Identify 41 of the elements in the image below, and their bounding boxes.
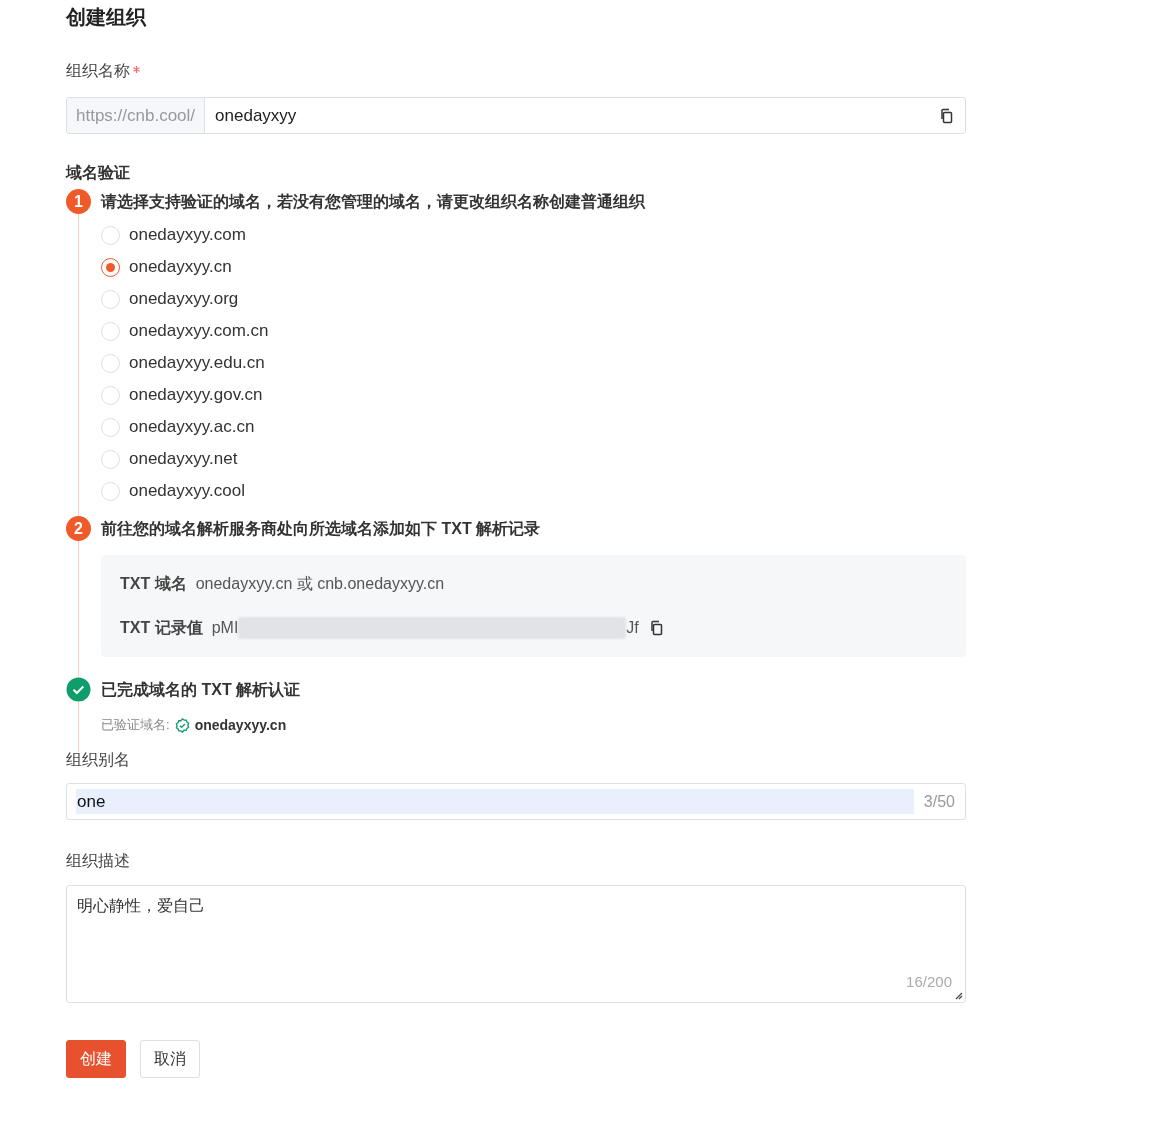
record-value: pMI — [211, 618, 239, 638]
page-title: 创建组织 — [66, 5, 146, 30]
radio-label[interactable]: onedayxyy.gov.cn — [129, 382, 263, 408]
copy-icon[interactable] — [939, 107, 955, 124]
section-label: 域名验证 — [66, 163, 130, 183]
radio-label[interactable]: onedayxyy.cool — [129, 478, 245, 504]
radio-label[interactable]: onedayxyy.cn — [129, 254, 232, 280]
radio-label[interactable]: onedayxyy.com — [129, 222, 246, 248]
field-label: 组织描述 — [66, 851, 130, 871]
radio-label[interactable]: onedayxyy.com.cn — [129, 318, 269, 344]
record-label: TXT 域名 — [120, 574, 187, 594]
url-prefix: https://cnb.cool/ — [67, 98, 206, 133]
alias-field[interactable]: one 3/50 — [66, 783, 966, 820]
name-input[interactable]: onedayxyy — [205, 98, 939, 133]
check-circle-icon — [66, 677, 91, 702]
char-counter: 3/50 — [923, 791, 955, 812]
verified-domain: onedayxyy.cn — [194, 715, 287, 735]
record-label: TXT 记录值 — [120, 618, 203, 638]
create-button[interactable]: 创建 — [66, 1040, 126, 1078]
field-label: 组织名称 — [66, 61, 130, 81]
record-value: Jf — [626, 618, 639, 638]
verified-badge-icon — [174, 717, 190, 733]
field-label: 组织别名 — [66, 750, 130, 770]
alias-input[interactable]: one — [76, 789, 914, 814]
radio-label[interactable]: onedayxyy.org — [129, 286, 239, 312]
step-number: 1 — [66, 189, 91, 214]
step-number: 2 — [66, 516, 91, 541]
step-title: 前往您的域名解析服务商处向所选域名添加如下 TXT 解析记录 — [101, 519, 541, 539]
org-name-field[interactable]: https://cnb.cool/ onedayxyy — [66, 97, 966, 134]
record-value: onedayxyy.cn 或 cnb.onedayxyy.cn — [195, 574, 445, 594]
char-counter: 16/200 — [906, 971, 952, 992]
radio-label[interactable]: onedayxyy.net — [129, 446, 238, 472]
description-field[interactable]: 明心静性，爱自己 16/200 — [66, 885, 966, 1003]
cancel-button[interactable]: 取消 — [140, 1040, 200, 1078]
resize-handle-icon[interactable] — [955, 992, 963, 1000]
step-title: 已完成域名的 TXT 解析认证 — [101, 680, 301, 700]
verified-label: 已验证域名: — [101, 716, 170, 735]
copy-icon[interactable] — [648, 620, 665, 636]
radio-label[interactable]: onedayxyy.edu.cn — [129, 350, 265, 376]
step-title: 请选择支持验证的域名，若没有您管理的域名，请更改组织名称创建普通组织 — [101, 192, 645, 212]
radio-label[interactable]: onedayxyy.ac.cn — [129, 414, 255, 440]
